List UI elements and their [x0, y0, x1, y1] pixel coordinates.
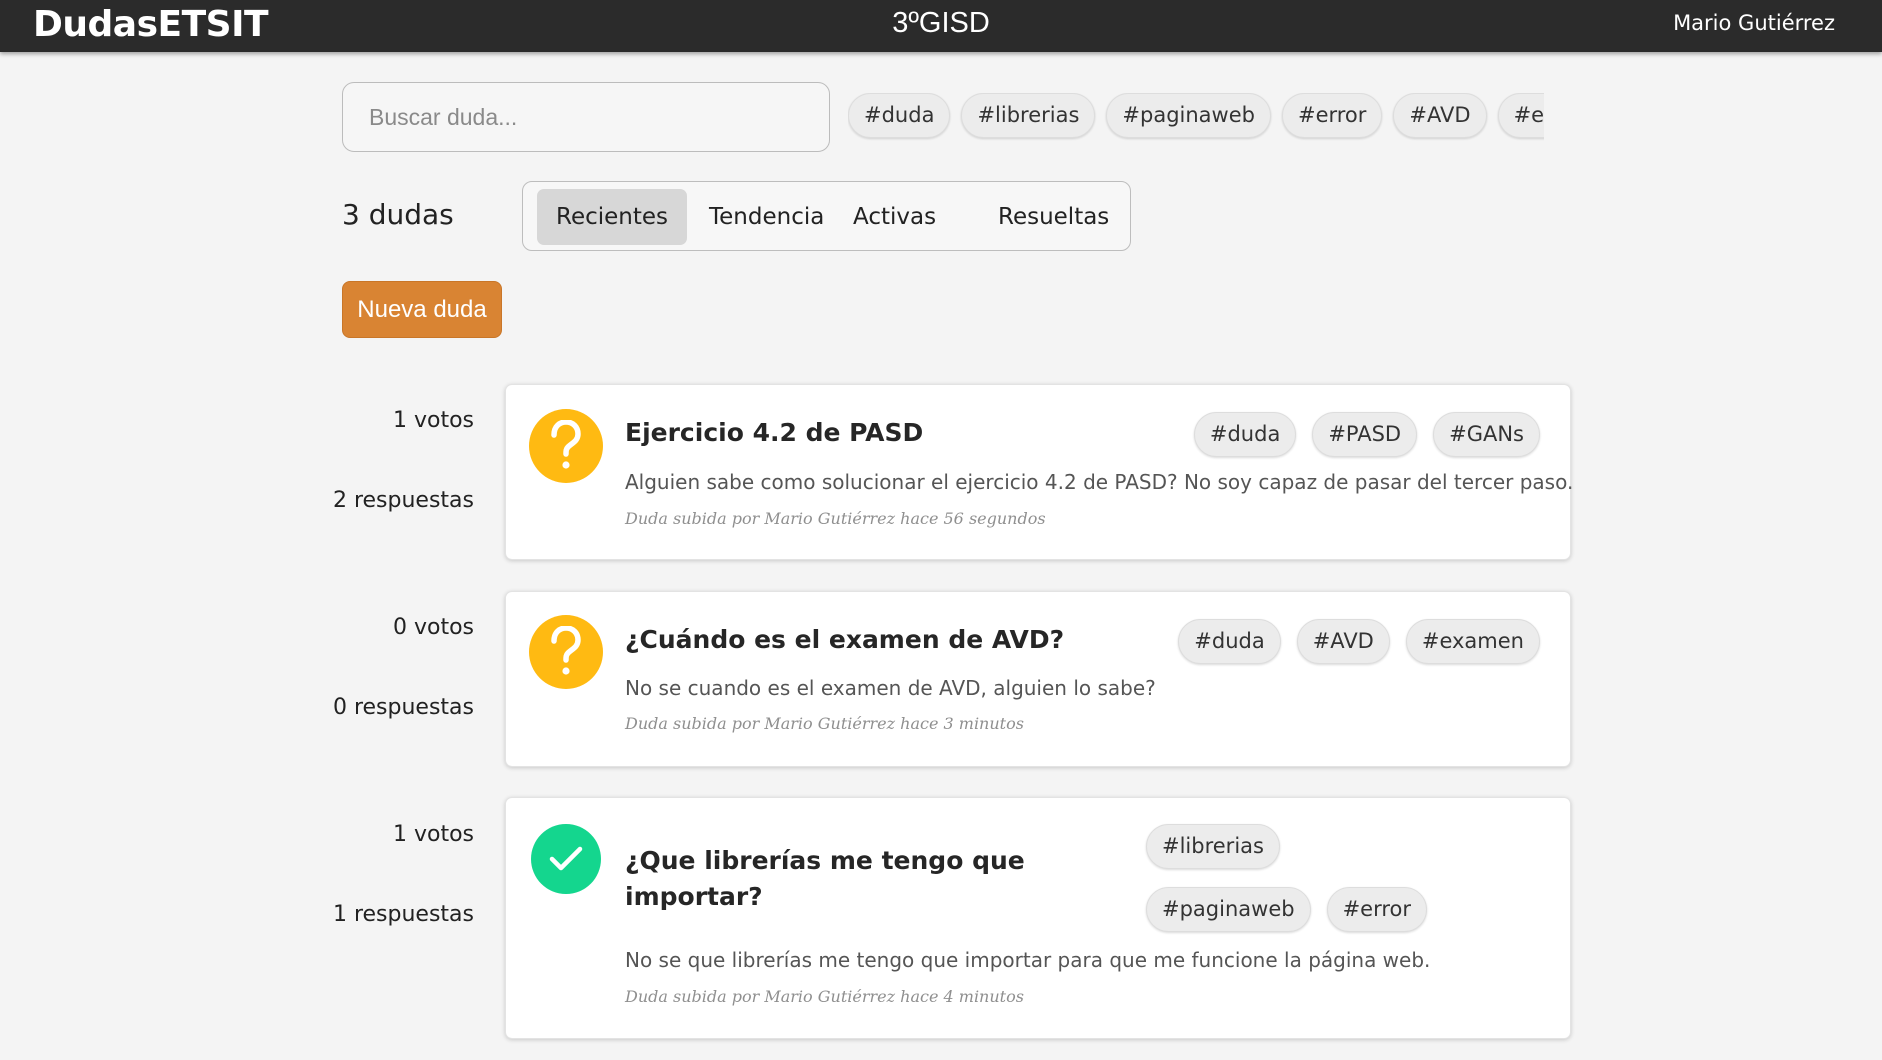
filter-tag[interactable]: #duda	[848, 93, 951, 138]
filter-tag[interactable]: #examen	[1497, 93, 1544, 138]
answer-count: 0 respuestas	[332, 695, 474, 720]
filter-tag[interactable]: #paginaweb	[1106, 93, 1271, 138]
question-tags: #duda #AVD #examen	[1162, 619, 1540, 664]
course-selector[interactable]: 3ºGISD	[892, 7, 990, 39]
question-count: 3 dudas	[342, 198, 454, 231]
question-title[interactable]: ¿Cuándo es el examen de AVD?	[625, 622, 1064, 658]
question-tag[interactable]: #librerias	[1146, 824, 1280, 869]
tab-recientes[interactable]: Recientes	[537, 189, 688, 245]
question-mark-icon	[529, 615, 603, 689]
question-tag[interactable]: #AVD	[1296, 619, 1390, 664]
question-meta: Duda subida por Mario Gutiérrez hace 3 m…	[625, 714, 1024, 733]
question-card[interactable]: ¿Cuándo es el examen de AVD? #duda #AVD #e…	[505, 591, 1571, 767]
filter-tag[interactable]: #error	[1281, 93, 1383, 138]
answer-count: 1 respuestas	[332, 902, 474, 927]
question-card[interactable]: Ejercicio 4.2 de PASD #duda #PASD #GANs Al…	[505, 384, 1574, 560]
question-body: No se cuando es el examen de AVD, alguie…	[625, 676, 1156, 700]
question-body: Alguien sabe como solucionar el ejercici…	[625, 470, 1574, 494]
question-body: No se que librerías me tengo que importa…	[625, 948, 1431, 972]
checkmark-icon	[531, 824, 601, 894]
vote-count: 0 votos	[392, 615, 474, 640]
sort-tabs: Recientes Tendencia Activas Resueltas	[522, 181, 1131, 251]
question-card[interactable]: ¿Que librerías me tengo que importar? #l…	[505, 797, 1571, 1039]
question-tag[interactable]: #examen	[1405, 619, 1540, 664]
question-tag[interactable]: #error	[1326, 887, 1427, 932]
answer-count: 2 respuestas	[332, 488, 474, 513]
app-logo[interactable]: DudasETSIT	[33, 4, 269, 46]
question-title[interactable]: Ejercicio 4.2 de PASD	[625, 415, 923, 451]
new-question-button[interactable]: Nueva duda	[342, 281, 502, 338]
user-menu[interactable]: Mario Gutiérrez	[1673, 9, 1835, 37]
question-tag[interactable]: #GANs	[1433, 412, 1540, 457]
tab-tendencia[interactable]: Tendencia	[690, 189, 843, 245]
question-meta: Duda subida por Mario Gutiérrez hace 56 …	[625, 509, 1046, 528]
question-tag[interactable]: #PASD	[1312, 412, 1418, 457]
question-title[interactable]: ¿Que librerías me tengo que importar?	[625, 843, 1045, 915]
filter-tag[interactable]: #AVD	[1393, 93, 1487, 138]
tab-activas[interactable]: Activas	[834, 189, 955, 245]
question-tags: #duda #PASD #GANs	[1178, 412, 1540, 457]
search-input[interactable]	[342, 82, 830, 152]
top-nav-bar: DudasETSIT 3ºGISD Mario Gutiérrez	[0, 0, 1882, 52]
question-tag[interactable]: #duda	[1178, 619, 1281, 664]
question-tags: #librerias #paginaweb #error	[1146, 824, 1446, 950]
vote-count: 1 votos	[392, 408, 474, 433]
question-tag[interactable]: #duda	[1193, 412, 1297, 457]
vote-count: 1 votos	[392, 822, 474, 847]
tab-resueltas[interactable]: Resueltas	[979, 189, 1128, 245]
question-meta: Duda subida por Mario Gutiérrez hace 4 m…	[625, 987, 1024, 1006]
question-mark-icon	[529, 409, 603, 483]
question-tag[interactable]: #paginaweb	[1146, 887, 1311, 932]
filter-tag[interactable]: #librerias	[961, 93, 1096, 138]
tag-filter-bar: #duda#librerias#paginaweb#error#AVD#exam…	[848, 93, 1544, 143]
